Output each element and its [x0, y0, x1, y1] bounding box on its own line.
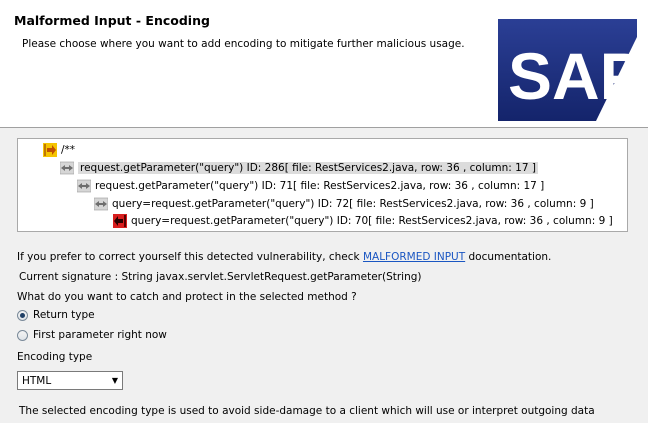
hint-prefix: If you prefer to correct yourself this d…	[17, 251, 363, 263]
radio-selected-icon	[17, 309, 28, 321]
encoding-selected-value: HTML	[22, 374, 52, 387]
tree-node-286[interactable]: request.getParameter("query") ID: 286[ f…	[60, 161, 538, 175]
radio-first-parameter[interactable]: First parameter right now	[17, 329, 167, 341]
radio-return-type[interactable]: Return type	[17, 309, 95, 321]
wizard-header: Malformed Input - Encoding Please choose…	[0, 0, 648, 128]
entry-arrow-icon	[43, 143, 57, 157]
data-flow-tree[interactable]: /** request.getParameter("query") ID: 28…	[17, 138, 628, 232]
sap-logo: SAP	[498, 19, 637, 121]
radio-label: Return type	[33, 309, 95, 321]
wizard-description: Please choose where you want to add enco…	[22, 38, 465, 50]
chevron-down-icon: ▼	[111, 376, 119, 385]
encoding-type-label: Encoding type	[17, 351, 93, 363]
documentation-hint: If you prefer to correct yourself this d…	[17, 251, 551, 263]
svg-text:SAP: SAP	[508, 39, 637, 113]
radio-unselected-icon	[17, 329, 28, 341]
tree-node-label: request.getParameter("query") ID: 286[ f…	[78, 162, 538, 174]
radio-label: First parameter right now	[33, 329, 167, 341]
tree-node-label: query=request.getParameter("query") ID: …	[112, 198, 594, 210]
tree-node-label: query=request.getParameter("query") ID: …	[131, 215, 613, 227]
sink-arrow-icon	[113, 214, 127, 228]
tree-node-72[interactable]: query=request.getParameter("query") ID: …	[94, 197, 594, 211]
flow-arrows-icon	[94, 197, 108, 211]
wizard-title: Malformed Input - Encoding	[14, 13, 210, 28]
tree-node-70[interactable]: query=request.getParameter("query") ID: …	[113, 214, 613, 228]
flow-arrows-icon	[77, 179, 91, 193]
encoding-note: The selected encoding type is used to av…	[19, 405, 595, 417]
malformed-input-doc-link[interactable]: MALFORMED INPUT	[363, 251, 465, 263]
tree-node-71[interactable]: request.getParameter("query") ID: 71[ fi…	[77, 179, 544, 193]
hint-suffix: documentation.	[465, 251, 552, 263]
encoding-type-select[interactable]: HTML ▼	[17, 371, 123, 390]
flow-arrows-icon	[60, 161, 74, 175]
tree-node-label: request.getParameter("query") ID: 71[ fi…	[95, 180, 545, 192]
protect-question: What do you want to catch and protect in…	[17, 291, 357, 303]
current-signature: Current signature : String javax.servlet…	[19, 271, 422, 283]
tree-node-root[interactable]: /**	[43, 143, 75, 157]
tree-node-label: /**	[61, 144, 76, 156]
